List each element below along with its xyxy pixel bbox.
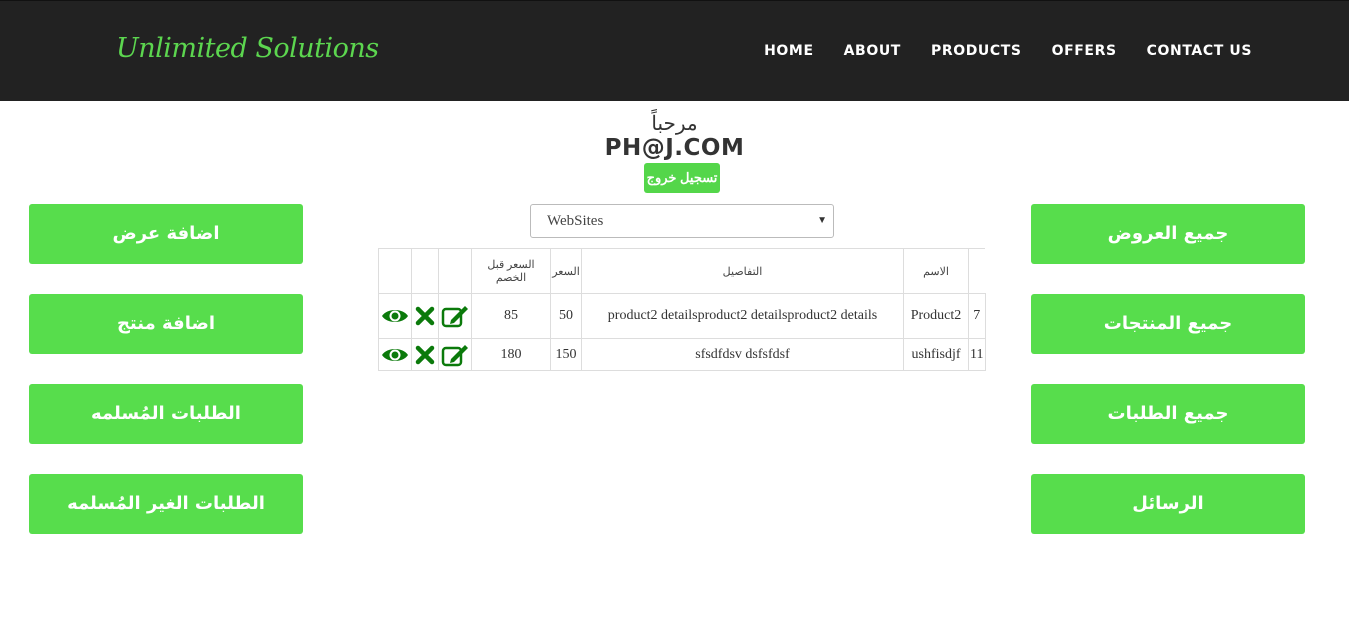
header-view	[378, 248, 412, 294]
delete-icon[interactable]	[415, 306, 435, 326]
header-edit	[438, 248, 472, 294]
undelivered-orders-button[interactable]: الطلبات الغير المُسلمه	[29, 474, 303, 534]
nav-offers[interactable]: OFFERS	[1052, 43, 1117, 59]
table-row: 85 50 product2 detailsproduct2 detailspr…	[378, 293, 986, 339]
product-name: ushfisdjf	[903, 338, 969, 371]
header-price: السعر	[550, 248, 582, 294]
header-name: الاسم	[903, 248, 969, 294]
all-offers-button[interactable]: جميع العروض	[1031, 204, 1305, 264]
add-product-button[interactable]: اضافة منتج	[29, 294, 303, 354]
nav-products[interactable]: PRODUCTS	[931, 43, 1022, 59]
messages-button[interactable]: الرسائل	[1031, 474, 1305, 534]
price: 50	[550, 293, 582, 339]
product-id: 7	[968, 293, 986, 339]
all-products-button[interactable]: جميع المنتجات	[1031, 294, 1305, 354]
product-id: 11	[968, 338, 986, 371]
view-icon[interactable]	[381, 345, 409, 365]
chevron-down-icon: ▼	[817, 215, 827, 226]
products-table: السعر قبل الخصم السعر التفاصيل الاسم 85 …	[378, 248, 986, 371]
all-orders-button[interactable]: جميع الطلبات	[1031, 384, 1305, 444]
edit-cell	[438, 338, 472, 371]
edit-icon[interactable]	[441, 304, 469, 328]
header-id	[968, 248, 985, 294]
view-cell	[378, 338, 412, 371]
nav-home[interactable]: HOME	[764, 43, 814, 59]
price-before-discount: 85	[471, 293, 551, 339]
welcome-text: مرحباً	[651, 113, 698, 135]
brand-logo[interactable]: Unlimited Solutions	[116, 33, 379, 64]
navbar: Unlimited Solutions HOME ABOUT PRODUCTS …	[0, 0, 1349, 101]
product-name: Product2	[903, 293, 969, 339]
view-cell	[378, 293, 412, 339]
delete-icon[interactable]	[415, 345, 435, 365]
delete-cell	[411, 293, 439, 339]
price: 150	[550, 338, 582, 371]
category-select[interactable]: WebSites ▼	[530, 204, 834, 238]
edit-cell	[438, 293, 472, 339]
add-offer-button[interactable]: اضافة عرض	[29, 204, 303, 264]
view-icon[interactable]	[381, 306, 409, 326]
details: sfsdfdsv dsfsfdsf	[581, 338, 904, 371]
details: product2 detailsproduct2 detailsproduct2…	[581, 293, 904, 339]
user-email: PH@J.COM	[604, 135, 745, 161]
table-row: 180 150 sfsdfdsv dsfsfdsf ushfisdjf 11	[378, 338, 986, 371]
delete-cell	[411, 338, 439, 371]
header-price-before-discount: السعر قبل الخصم	[471, 248, 551, 294]
edit-icon[interactable]	[441, 343, 469, 367]
category-select-value: WebSites	[547, 213, 604, 229]
header-delete	[411, 248, 439, 294]
logout-button[interactable]: تسجيل خروج	[644, 163, 720, 193]
nav-about[interactable]: ABOUT	[844, 43, 901, 59]
table-header-row: السعر قبل الخصم السعر التفاصيل الاسم	[378, 248, 985, 294]
header-details: التفاصيل	[581, 248, 904, 294]
delivered-orders-button[interactable]: الطلبات المُسلمه	[29, 384, 303, 444]
price-before-discount: 180	[471, 338, 551, 371]
main-nav: HOME ABOUT PRODUCTS OFFERS CONTACT US	[764, 43, 1252, 59]
nav-contact-us[interactable]: CONTACT US	[1147, 43, 1252, 59]
